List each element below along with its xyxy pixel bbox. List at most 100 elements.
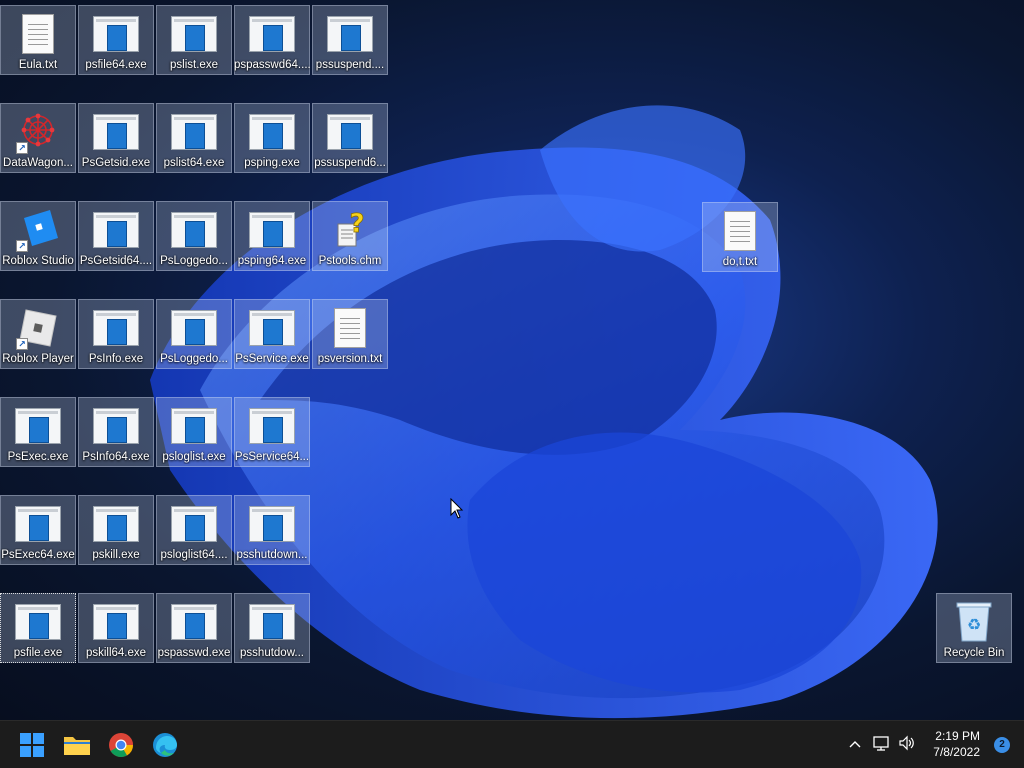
desktop-icon[interactable]: psloglist64.... (156, 495, 232, 565)
application-icon (92, 306, 140, 350)
application-icon (248, 110, 296, 154)
desktop-icon-label: Recycle Bin (943, 647, 1005, 659)
start-button[interactable] (16, 729, 48, 761)
desktop-icon-label: PsInfo.exe (88, 353, 144, 365)
network-icon[interactable] (872, 735, 890, 756)
desktop-icon[interactable]: pskill64.exe (78, 593, 154, 663)
application-icon (248, 208, 296, 252)
shortcut-arrow-icon: ↗ (16, 142, 28, 154)
desktop-icon[interactable]: ? Pstools.chm (312, 201, 388, 271)
desktop-icon[interactable]: psversion.txt (312, 299, 388, 369)
desktop-icon[interactable]: PsLoggedo... (156, 201, 232, 271)
desktop-icon[interactable]: ↗ Roblox Player (0, 299, 76, 369)
desktop-icon-label: psping64.exe (237, 255, 307, 267)
file-explorer-button[interactable] (61, 729, 93, 761)
desktop-icon-label: psfile.exe (13, 647, 63, 659)
desktop-icon[interactable]: Eula.txt (0, 5, 76, 75)
application-icon (170, 110, 218, 154)
datawagon-icon: ↗ (14, 110, 62, 154)
desktop-icon-label: psshutdow... (240, 647, 304, 659)
application-icon (326, 110, 374, 154)
help-file-icon: ? (326, 208, 374, 252)
desktop-icon-do-t-txt[interactable]: do,t.txt (702, 202, 778, 272)
desktop-icon-label: psfile64.exe (85, 59, 147, 71)
desktop-icon[interactable]: PsInfo.exe (78, 299, 154, 369)
desktop-icon[interactable]: PsInfo64.exe (78, 397, 154, 467)
desktop-icon[interactable]: pskill.exe (78, 495, 154, 565)
taskbar: 2:19 PM 7/8/2022 2 (0, 720, 1024, 768)
folder-icon (64, 737, 90, 755)
clock-date: 7/8/2022 (933, 745, 980, 759)
application-icon (248, 502, 296, 546)
shortcut-arrow-icon: ↗ (16, 338, 28, 350)
application-icon (170, 306, 218, 350)
desktop-icon[interactable]: pspasswd64.... (234, 5, 310, 75)
desktop-icon[interactable]: ↗ Roblox Studio (0, 201, 76, 271)
desktop-icon-label: Eula.txt (18, 59, 58, 71)
desktop-icon[interactable]: psping64.exe (234, 201, 310, 271)
desktop-icon[interactable]: psshutdow... (234, 593, 310, 663)
desktop-icon[interactable]: PsService64... (234, 397, 310, 467)
desktop-icon-label: Pstools.chm (318, 255, 382, 267)
desktop-icon-label: PsService.exe (235, 353, 309, 365)
application-icon (170, 502, 218, 546)
desktop-icon-label: PsService64... (234, 451, 310, 463)
recycle-bin-icon: ♻ (950, 600, 998, 644)
desktop-icon[interactable]: pslist.exe (156, 5, 232, 75)
application-icon (92, 208, 140, 252)
desktop-icon[interactable]: psfile64.exe (78, 5, 154, 75)
application-icon (14, 600, 62, 644)
desktop-icon-label: Roblox Studio (2, 255, 74, 267)
edge-icon (153, 733, 177, 757)
desktop-icon[interactable]: ↗ DataWagon... (0, 103, 76, 173)
show-hidden-icons-chevron-icon[interactable] (846, 736, 864, 754)
desktop-icon[interactable]: PsGetsid64.... (78, 201, 154, 271)
edge-button[interactable] (149, 729, 181, 761)
desktop-icon[interactable]: PsExec64.exe (0, 495, 76, 565)
desktop-icon[interactable]: psping.exe (234, 103, 310, 173)
text-file-icon (716, 209, 764, 253)
desktop-icon-label: PsExec64.exe (1, 549, 75, 561)
desktop-icon-label: PsGetsid64.... (79, 255, 153, 267)
desktop-icon[interactable]: pssuspend.... (312, 5, 388, 75)
volume-icon[interactable] (898, 735, 916, 756)
application-icon (248, 404, 296, 448)
desktop-icon-label: PsInfo64.exe (82, 451, 150, 463)
desktop-icon-label: PsExec.exe (7, 451, 69, 463)
desktop-icon[interactable]: PsService.exe (234, 299, 310, 369)
desktop-icon-label: Roblox Player (2, 353, 74, 365)
desktop-icon-label: psloglist.exe (162, 451, 226, 463)
desktop-icon[interactable]: PsGetsid.exe (78, 103, 154, 173)
mouse-cursor-icon (450, 498, 464, 519)
svg-text:♻: ♻ (967, 615, 981, 634)
desktop-icon[interactable]: pslist64.exe (156, 103, 232, 173)
desktop-icon-label: pskill.exe (92, 549, 140, 561)
taskbar-clock[interactable]: 2:19 PM 7/8/2022 (933, 728, 980, 760)
desktop-icon[interactable]: psfile.exe (0, 593, 76, 663)
desktop-icon[interactable]: PsLoggedo... (156, 299, 232, 369)
desktop-icon-label: pspasswd64.... (234, 59, 310, 71)
application-icon (170, 208, 218, 252)
text-file-icon (326, 306, 374, 350)
application-icon (92, 12, 140, 56)
desktop-icon-label: psping.exe (244, 157, 300, 169)
text-file-icon (14, 12, 62, 56)
desktop-icon[interactable]: pssuspend6... (312, 103, 388, 173)
desktop-icon[interactable]: PsExec.exe (0, 397, 76, 467)
application-icon (92, 110, 140, 154)
application-icon (14, 404, 62, 448)
notification-badge[interactable]: 2 (994, 737, 1010, 753)
desktop-icon[interactable]: psloglist.exe (156, 397, 232, 467)
desktop-icon-label: pskill64.exe (85, 647, 147, 659)
desktop-icon-label: PsLoggedo... (160, 353, 228, 365)
desktop-icon-label: psloglist64.... (160, 549, 228, 561)
desktop-icon-label: PsLoggedo... (160, 255, 228, 267)
svg-text:?: ? (349, 210, 364, 239)
desktop-icon-recycle-bin[interactable]: ♻ Recycle Bin (936, 593, 1012, 663)
desktop-icon[interactable]: pspasswd.exe (156, 593, 232, 663)
desktop-icon-label: do,t.txt (722, 256, 758, 268)
windows-logo-icon (20, 733, 44, 757)
chrome-icon (109, 733, 133, 758)
desktop-icon[interactable]: psshutdown... (234, 495, 310, 565)
chrome-button[interactable] (105, 729, 137, 761)
